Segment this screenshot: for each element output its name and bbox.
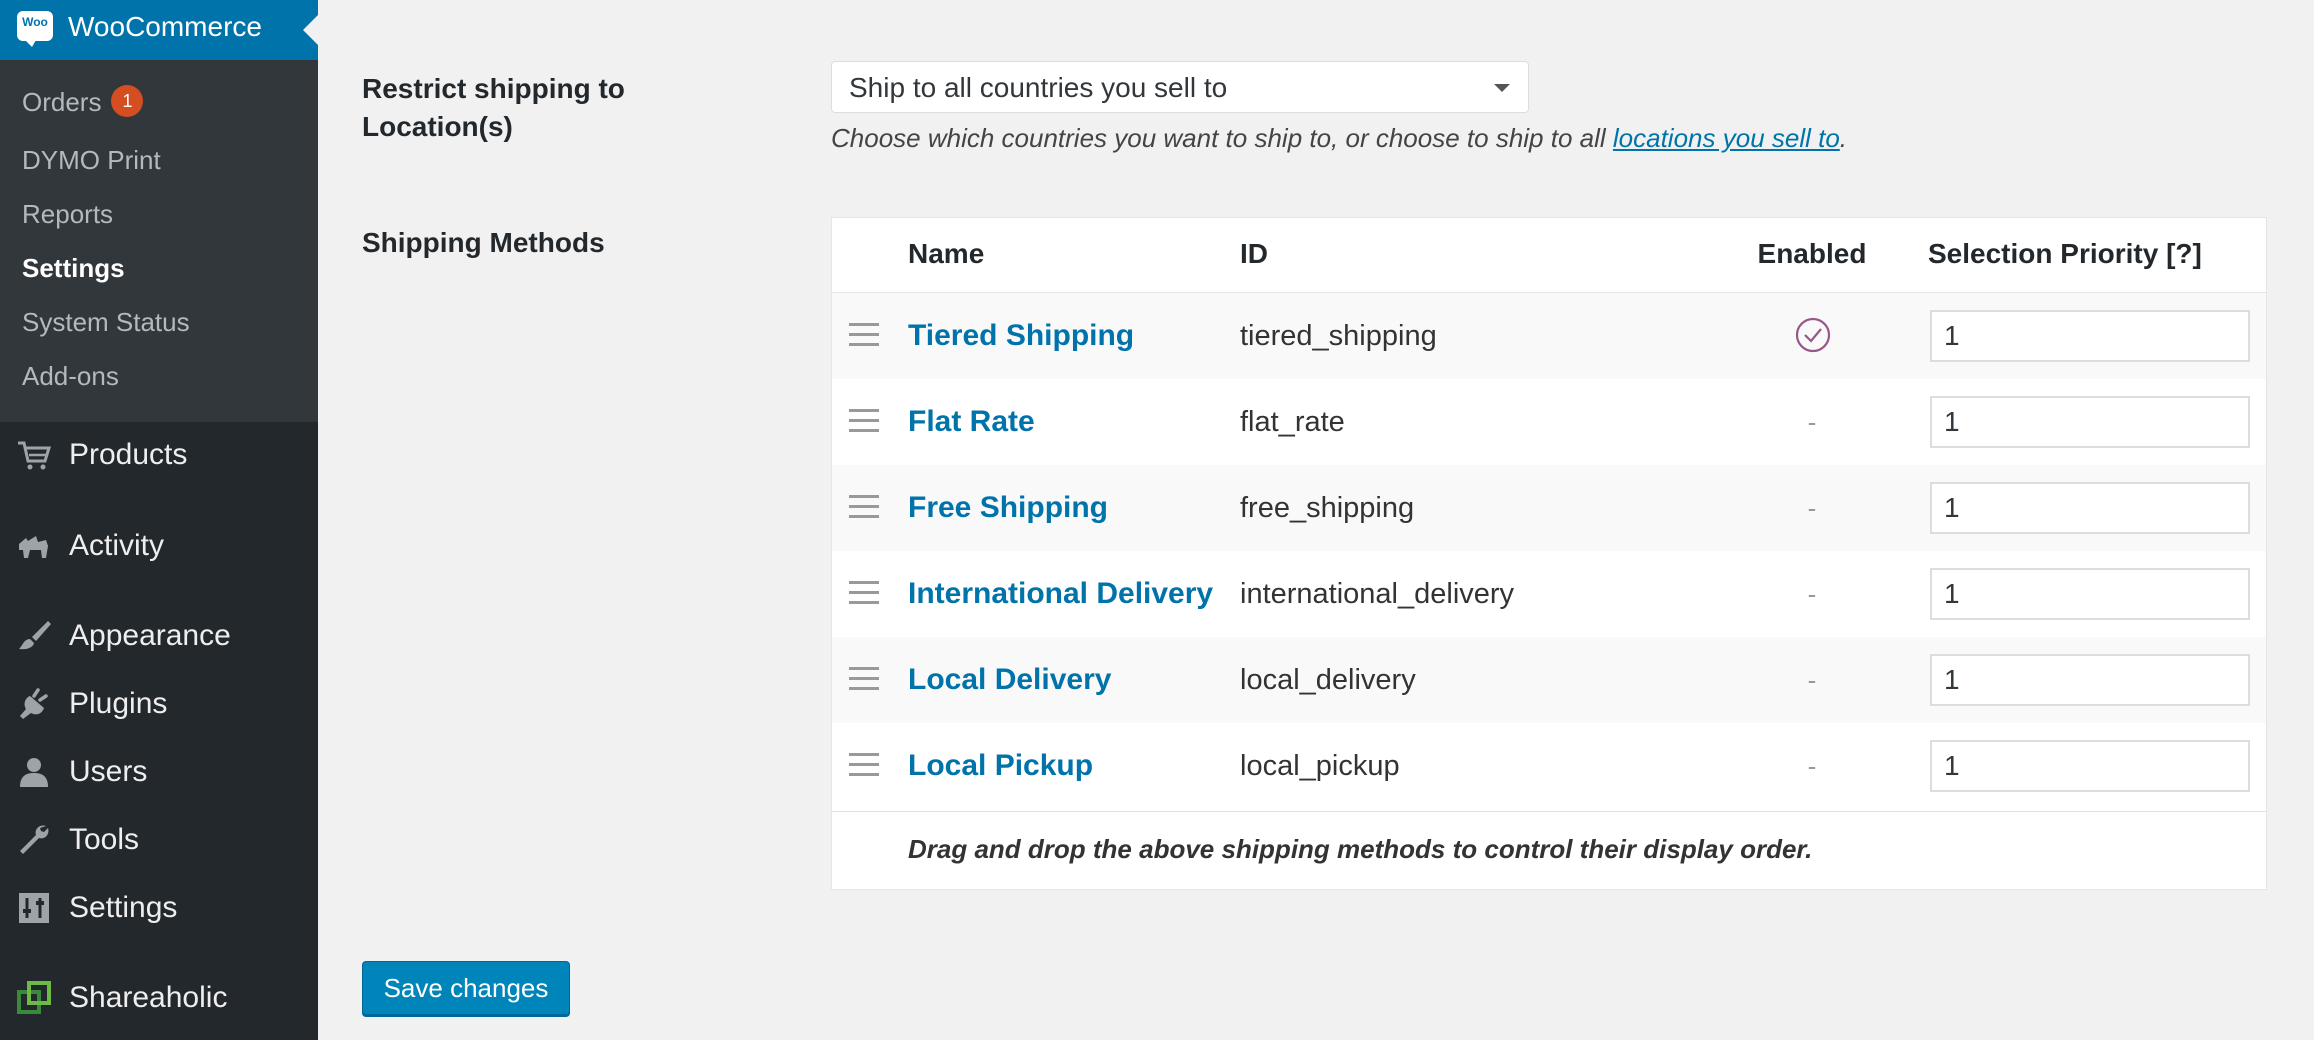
menu-item-shareaholic[interactable]: Shareaholic xyxy=(0,970,318,1026)
selection-priority-input[interactable] xyxy=(1930,310,2250,362)
menu-item-label: Products xyxy=(69,438,188,471)
submenu-item-settings[interactable]: Settings xyxy=(22,252,125,284)
menu-item-label: Tools xyxy=(69,823,140,856)
enabled-status: - xyxy=(1807,751,1817,781)
menu-item-users[interactable]: Users xyxy=(0,744,318,800)
method-name-link[interactable]: Local Delivery xyxy=(908,661,1111,699)
table-row: Local Pickup local_pickup - xyxy=(832,723,2266,809)
drag-drop-hint: Drag and drop the above shipping methods… xyxy=(908,834,1813,864)
woocommerce-submenu: Orders 1 DYMO Print Reports Settings Syst… xyxy=(0,60,318,422)
shipping-methods-table: Name ID Enabled Selection Priority [?] T… xyxy=(831,217,2267,890)
user-icon xyxy=(20,758,48,787)
menu-item-label: Shareaholic xyxy=(69,981,228,1014)
menu-item-label: Appearance xyxy=(69,619,231,652)
menu-item-appearance[interactable]: Appearance xyxy=(0,608,318,664)
selection-priority-input[interactable] xyxy=(1930,654,2250,706)
restrict-shipping-select[interactable]: Ship to all countries you sell to xyxy=(831,61,1529,113)
select-value: Ship to all countries you sell to xyxy=(849,72,1228,103)
locations-you-sell-to-link[interactable]: locations you sell to xyxy=(1613,123,1840,153)
menu-item-plugins[interactable]: Plugins xyxy=(0,676,318,732)
enabled-check-icon[interactable] xyxy=(1794,316,1832,354)
column-header-enabled: Enabled xyxy=(1757,238,1867,269)
enabled-status: - xyxy=(1807,665,1817,695)
table-row: Free Shipping free_shipping - xyxy=(832,465,2266,551)
submenu-item-label: Orders xyxy=(22,87,102,117)
menu-item-settings[interactable]: Settings xyxy=(0,880,318,936)
submenu-item-system-status[interactable]: System Status xyxy=(22,306,190,338)
menu-item-label: Settings xyxy=(69,891,178,924)
drag-handle-icon[interactable] xyxy=(849,581,879,605)
drag-handle-icon[interactable] xyxy=(849,753,879,777)
settings-sliders-icon xyxy=(19,893,49,923)
selection-priority-input[interactable] xyxy=(1930,396,2250,448)
enabled-status: - xyxy=(1807,579,1817,609)
plug-icon xyxy=(20,688,48,719)
method-name-link[interactable]: Flat Rate xyxy=(908,403,1035,441)
column-header-selection-priority: Selection Priority [?] xyxy=(1928,238,2202,269)
menu-item-activity[interactable]: Activity xyxy=(0,518,318,574)
method-id: flat_rate xyxy=(1240,406,1345,438)
enabled-status: - xyxy=(1807,493,1817,523)
method-name-link[interactable]: Local Pickup xyxy=(908,747,1093,785)
menu-item-label: Users xyxy=(69,755,148,788)
table-row: Flat Rate flat_rate - xyxy=(832,379,2266,465)
method-id: local_delivery xyxy=(1240,664,1416,696)
submenu-item-orders[interactable]: Orders 1 xyxy=(22,85,144,118)
woocommerce-menu-header[interactable]: Woo WooCommerce xyxy=(0,0,318,60)
method-name-link[interactable]: Tiered Shipping xyxy=(908,317,1134,355)
method-id: tiered_shipping xyxy=(1240,320,1437,352)
menu-item-label: Plugins xyxy=(69,687,168,720)
drag-handle-icon[interactable] xyxy=(849,667,879,691)
help-text-suffix: . xyxy=(1839,123,1848,153)
orders-count-badge: 1 xyxy=(111,85,144,118)
drag-handle-icon[interactable] xyxy=(849,323,879,347)
selection-priority-input[interactable] xyxy=(1930,482,2250,534)
drag-handle-icon[interactable] xyxy=(849,495,879,519)
column-header-id: ID xyxy=(1240,238,1268,269)
table-row: Tiered Shipping tiered_shipping xyxy=(832,293,2266,379)
method-id: international_delivery xyxy=(1240,578,1515,610)
wrench-icon xyxy=(20,825,49,854)
method-name-link[interactable]: International Delivery xyxy=(908,575,1213,613)
woocommerce-logo-icon: Woo xyxy=(17,11,53,47)
table-row: Local Delivery local_delivery - xyxy=(832,637,2266,723)
chevron-down-icon xyxy=(1494,84,1510,92)
shipping-methods-label: Shipping Methods xyxy=(362,227,605,258)
menu-item-products[interactable]: Products xyxy=(0,427,318,483)
shareaholic-icon xyxy=(17,981,51,1014)
cart-icon xyxy=(18,441,52,470)
table-row: International Delivery international_del… xyxy=(832,551,2266,637)
save-changes-button[interactable]: Save changes xyxy=(362,961,570,1015)
column-header-name: Name xyxy=(908,238,985,269)
selection-priority-input[interactable] xyxy=(1930,568,2250,620)
admin-sidebar: Woo WooCommerce Orders 1 DYMO Print Repor… xyxy=(0,0,318,1040)
method-id: local_pickup xyxy=(1240,750,1400,782)
enabled-status: - xyxy=(1807,407,1817,437)
selection-priority-input[interactable] xyxy=(1930,740,2250,792)
footer-divider xyxy=(832,811,2266,812)
menu-item-label: Activity xyxy=(69,529,165,562)
submenu-item-add-ons[interactable]: Add-ons xyxy=(22,360,119,392)
method-name-link[interactable]: Free Shipping xyxy=(908,489,1108,527)
restrict-shipping-help: Choose which countries you want to ship … xyxy=(831,121,1847,155)
submenu-item-reports[interactable]: Reports xyxy=(22,198,113,230)
help-text-prefix: Choose which countries you want to ship … xyxy=(831,123,1613,153)
submenu-item-dymo-print[interactable]: DYMO Print xyxy=(22,144,161,176)
drag-handle-icon[interactable] xyxy=(849,409,879,433)
paintbrush-icon xyxy=(19,621,51,650)
woocommerce-menu-title: WooCommerce xyxy=(68,11,262,42)
activity-icon xyxy=(19,536,48,558)
method-id: free_shipping xyxy=(1240,492,1415,524)
restrict-shipping-label: Restrict shipping to Location(s) xyxy=(362,73,625,142)
menu-item-tools[interactable]: Tools xyxy=(0,812,318,868)
